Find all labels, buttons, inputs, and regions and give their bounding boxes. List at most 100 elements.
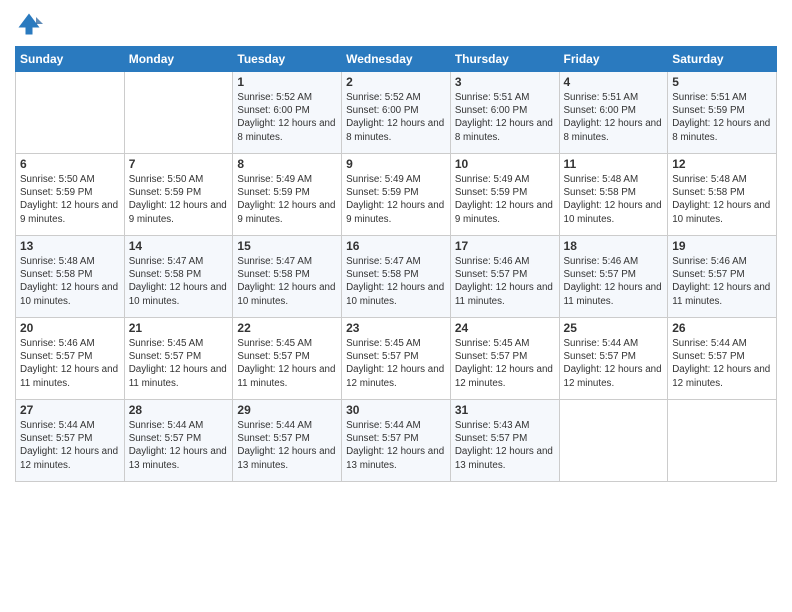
day-number: 15	[237, 239, 337, 253]
calendar-header-sunday: Sunday	[16, 47, 125, 72]
calendar-cell	[16, 72, 125, 154]
calendar-cell: 23 Sunrise: 5:45 AMSunset: 5:57 PMDayligh…	[342, 318, 451, 400]
calendar-cell: 25 Sunrise: 5:44 AMSunset: 5:57 PMDayligh…	[559, 318, 668, 400]
day-number: 19	[672, 239, 772, 253]
calendar-cell: 17 Sunrise: 5:46 AMSunset: 5:57 PMDayligh…	[450, 236, 559, 318]
day-number: 11	[564, 157, 664, 171]
day-info: Sunrise: 5:44 AMSunset: 5:57 PMDaylight:…	[672, 337, 772, 390]
day-info: Sunrise: 5:46 AMSunset: 5:57 PMDaylight:…	[672, 255, 772, 308]
calendar-cell: 20Sunrise: 5:46 AMSunset: 5:57 PMDayligh…	[16, 318, 125, 400]
day-info: Sunrise: 5:46 AMSunset: 5:57 PMDaylight:…	[20, 337, 120, 390]
day-number: 7	[129, 157, 229, 171]
header	[15, 10, 777, 38]
day-info: Sunrise: 5:48 AMSunset: 5:58 PMDaylight:…	[20, 255, 120, 308]
calendar-header-saturday: Saturday	[668, 47, 777, 72]
day-number: 31	[455, 403, 555, 417]
calendar-cell: 21 Sunrise: 5:45 AMSunset: 5:57 PMDayligh…	[124, 318, 233, 400]
day-info: Sunrise: 5:48 AMSunset: 5:58 PMDaylight:…	[564, 173, 664, 226]
day-info: Sunrise: 5:48 AMSunset: 5:58 PMDaylight:…	[672, 173, 772, 226]
day-info: Sunrise: 5:45 AMSunset: 5:57 PMDaylight:…	[455, 337, 555, 390]
calendar-cell: 26 Sunrise: 5:44 AMSunset: 5:57 PMDayligh…	[668, 318, 777, 400]
day-number: 24	[455, 321, 555, 335]
day-number: 14	[129, 239, 229, 253]
calendar-cell: 14 Sunrise: 5:47 AMSunset: 5:58 PMDayligh…	[124, 236, 233, 318]
calendar-week-3: 13 Sunrise: 5:48 AMSunset: 5:58 PMDayligh…	[16, 236, 777, 318]
day-number: 3	[455, 75, 555, 89]
day-info: Sunrise: 5:50 AMSunset: 5:59 PMDaylight:…	[20, 173, 120, 226]
day-number: 25	[564, 321, 664, 335]
calendar-header-wednesday: Wednesday	[342, 47, 451, 72]
day-info: Sunrise: 5:47 AMSunset: 5:58 PMDaylight:…	[346, 255, 446, 308]
day-info: Sunrise: 5:51 AMSunset: 6:00 PMDaylight:…	[564, 91, 664, 144]
day-info: Sunrise: 5:52 AMSunset: 6:00 PMDaylight:…	[237, 91, 337, 144]
calendar-cell: 31 Sunrise: 5:43 AMSunset: 5:57 PMDayligh…	[450, 400, 559, 482]
calendar-cell: 3Sunrise: 5:51 AMSunset: 6:00 PMDaylight…	[450, 72, 559, 154]
day-number: 22	[237, 321, 337, 335]
calendar-cell	[668, 400, 777, 482]
day-info: Sunrise: 5:50 AMSunset: 5:59 PMDaylight:…	[129, 173, 229, 226]
day-info: Sunrise: 5:45 AMSunset: 5:57 PMDaylight:…	[129, 337, 229, 390]
day-number: 2	[346, 75, 446, 89]
calendar-week-4: 20Sunrise: 5:46 AMSunset: 5:57 PMDayligh…	[16, 318, 777, 400]
calendar-header-tuesday: Tuesday	[233, 47, 342, 72]
calendar-cell: 28 Sunrise: 5:44 AMSunset: 5:57 PMDayligh…	[124, 400, 233, 482]
calendar-header-monday: Monday	[124, 47, 233, 72]
day-number: 26	[672, 321, 772, 335]
day-number: 28	[129, 403, 229, 417]
calendar-cell: 27 Sunrise: 5:44 AMSunset: 5:57 PMDayligh…	[16, 400, 125, 482]
day-info: Sunrise: 5:47 AMSunset: 5:58 PMDaylight:…	[237, 255, 337, 308]
day-number: 29	[237, 403, 337, 417]
calendar-week-2: 6 Sunrise: 5:50 AMSunset: 5:59 PMDaylight…	[16, 154, 777, 236]
calendar-cell: 24 Sunrise: 5:45 AMSunset: 5:57 PMDayligh…	[450, 318, 559, 400]
calendar-cell	[124, 72, 233, 154]
calendar-cell: 15 Sunrise: 5:47 AMSunset: 5:58 PMDayligh…	[233, 236, 342, 318]
calendar-header-thursday: Thursday	[450, 47, 559, 72]
day-info: Sunrise: 5:43 AMSunset: 5:57 PMDaylight:…	[455, 419, 555, 472]
day-info: Sunrise: 5:49 AMSunset: 5:59 PMDaylight:…	[346, 173, 446, 226]
day-number: 13	[20, 239, 120, 253]
calendar-cell: 10Sunrise: 5:49 AMSunset: 5:59 PMDayligh…	[450, 154, 559, 236]
day-info: Sunrise: 5:44 AMSunset: 5:57 PMDaylight:…	[564, 337, 664, 390]
calendar-week-5: 27 Sunrise: 5:44 AMSunset: 5:57 PMDayligh…	[16, 400, 777, 482]
calendar-cell: 11 Sunrise: 5:48 AMSunset: 5:58 PMDayligh…	[559, 154, 668, 236]
day-number: 23	[346, 321, 446, 335]
day-info: Sunrise: 5:44 AMSunset: 5:57 PMDaylight:…	[20, 419, 120, 472]
day-number: 6	[20, 157, 120, 171]
calendar-cell: 22Sunrise: 5:45 AMSunset: 5:57 PMDayligh…	[233, 318, 342, 400]
calendar-cell: 16 Sunrise: 5:47 AMSunset: 5:58 PMDayligh…	[342, 236, 451, 318]
day-number: 17	[455, 239, 555, 253]
day-info: Sunrise: 5:46 AMSunset: 5:57 PMDaylight:…	[455, 255, 555, 308]
calendar-table: SundayMondayTuesdayWednesdayThursdayFrid…	[15, 46, 777, 482]
calendar-cell: 12 Sunrise: 5:48 AMSunset: 5:58 PMDayligh…	[668, 154, 777, 236]
calendar-cell: 5Sunrise: 5:51 AMSunset: 5:59 PMDaylight…	[668, 72, 777, 154]
day-number: 18	[564, 239, 664, 253]
day-info: Sunrise: 5:49 AMSunset: 5:59 PMDaylight:…	[455, 173, 555, 226]
day-info: Sunrise: 5:44 AMSunset: 5:57 PMDaylight:…	[129, 419, 229, 472]
calendar-cell: 19 Sunrise: 5:46 AMSunset: 5:57 PMDayligh…	[668, 236, 777, 318]
day-info: Sunrise: 5:49 AMSunset: 5:59 PMDaylight:…	[237, 173, 337, 226]
day-info: Sunrise: 5:45 AMSunset: 5:57 PMDaylight:…	[346, 337, 446, 390]
calendar-cell: 13 Sunrise: 5:48 AMSunset: 5:58 PMDayligh…	[16, 236, 125, 318]
day-info: Sunrise: 5:46 AMSunset: 5:57 PMDaylight:…	[564, 255, 664, 308]
calendar-cell: 7 Sunrise: 5:50 AMSunset: 5:59 PMDaylight…	[124, 154, 233, 236]
day-number: 16	[346, 239, 446, 253]
calendar-cell	[559, 400, 668, 482]
calendar-cell: 4 Sunrise: 5:51 AMSunset: 6:00 PMDaylight…	[559, 72, 668, 154]
day-number: 9	[346, 157, 446, 171]
calendar-cell: 1 Sunrise: 5:52 AMSunset: 6:00 PMDaylight…	[233, 72, 342, 154]
day-info: Sunrise: 5:51 AMSunset: 5:59 PMDaylight:…	[672, 91, 772, 144]
day-number: 27	[20, 403, 120, 417]
day-number: 1	[237, 75, 337, 89]
calendar-cell: 9 Sunrise: 5:49 AMSunset: 5:59 PMDaylight…	[342, 154, 451, 236]
logo-icon	[15, 10, 43, 38]
day-info: Sunrise: 5:47 AMSunset: 5:58 PMDaylight:…	[129, 255, 229, 308]
day-number: 8	[237, 157, 337, 171]
day-number: 12	[672, 157, 772, 171]
day-info: Sunrise: 5:52 AMSunset: 6:00 PMDaylight:…	[346, 91, 446, 144]
day-number: 21	[129, 321, 229, 335]
day-number: 4	[564, 75, 664, 89]
calendar-cell: 18 Sunrise: 5:46 AMSunset: 5:57 PMDayligh…	[559, 236, 668, 318]
calendar-cell: 8 Sunrise: 5:49 AMSunset: 5:59 PMDaylight…	[233, 154, 342, 236]
day-info: Sunrise: 5:44 AMSunset: 5:57 PMDaylight:…	[346, 419, 446, 472]
calendar-week-1: 1 Sunrise: 5:52 AMSunset: 6:00 PMDaylight…	[16, 72, 777, 154]
